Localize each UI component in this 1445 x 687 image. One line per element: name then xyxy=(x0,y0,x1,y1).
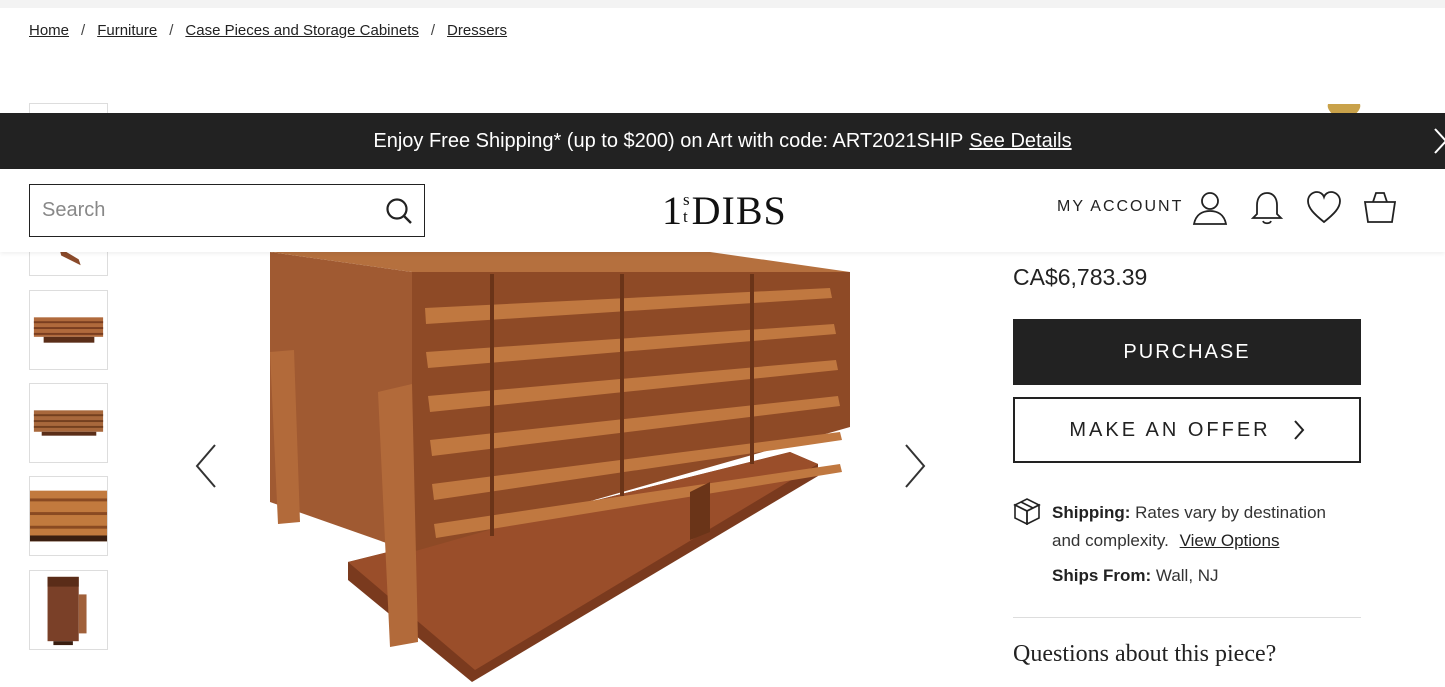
chevron-right-icon xyxy=(905,444,926,488)
logo-s: s xyxy=(683,190,691,209)
purchase-button[interactable]: PURCHASE xyxy=(1013,319,1361,385)
divider xyxy=(1013,617,1361,618)
search-bar xyxy=(29,184,425,237)
logo-st: s t xyxy=(683,191,691,225)
shipping-info: Shipping: Rates vary by destination and … xyxy=(1052,499,1352,555)
breadcrumb-furniture[interactable]: Furniture xyxy=(97,22,157,39)
thumbnail-4[interactable] xyxy=(29,383,108,463)
see-details-link[interactable]: See Details xyxy=(969,130,1071,153)
breadcrumb-separator: / xyxy=(430,22,436,39)
make-offer-button[interactable]: MAKE AN OFFER xyxy=(1013,397,1361,463)
purchase-label: PURCHASE xyxy=(1123,340,1251,363)
breadcrumb-separator: / xyxy=(169,22,174,39)
bell-icon[interactable] xyxy=(1248,189,1286,227)
box-icon xyxy=(1013,497,1041,530)
previous-image-button[interactable] xyxy=(186,436,226,496)
search-button[interactable] xyxy=(374,185,424,236)
search-icon xyxy=(386,197,412,224)
my-account-link[interactable]: MY ACCOUNT xyxy=(1057,198,1183,216)
make-offer-label: MAKE AN OFFER xyxy=(1069,418,1271,441)
promo-banner: Enjoy Free Shipping* (up to $200) on Art… xyxy=(0,113,1445,169)
breadcrumb: Home / Furniture / Case Pieces and Stora… xyxy=(29,22,507,39)
logo-dibs: DIBS xyxy=(691,188,787,233)
promo-text: Enjoy Free Shipping* (up to $200) on Art… xyxy=(373,129,964,152)
bag-icon[interactable] xyxy=(1361,189,1399,227)
thumbnail-5[interactable] xyxy=(29,476,108,556)
logo-t: t xyxy=(683,207,689,226)
search-input[interactable] xyxy=(30,199,374,222)
logo-one: 1 xyxy=(662,188,683,233)
ships-from-value: Wall, NJ xyxy=(1155,566,1219,585)
close-icon[interactable] xyxy=(1427,125,1445,157)
questions-heading: Questions about this piece? xyxy=(1013,641,1277,667)
top-strip xyxy=(0,0,1445,8)
ships-from: Ships From: Wall, NJ xyxy=(1052,566,1219,586)
shipping-label: Shipping: xyxy=(1052,503,1131,522)
product-image xyxy=(150,252,980,687)
thumbnail-3[interactable] xyxy=(29,290,108,370)
thumbnail-6[interactable] xyxy=(29,570,108,650)
product-price: CA$6,783.39 xyxy=(1013,264,1148,290)
breadcrumb-home[interactable]: Home xyxy=(29,22,69,39)
view-options-link[interactable]: View Options xyxy=(1180,531,1280,550)
site-header: 1 s t DIBS MY ACCOUNT xyxy=(0,169,1445,252)
next-image-button[interactable] xyxy=(895,436,935,496)
breadcrumb-dressers[interactable]: Dressers xyxy=(447,22,507,39)
heart-icon[interactable] xyxy=(1305,189,1343,227)
user-icon[interactable] xyxy=(1191,189,1229,227)
chevron-left-icon xyxy=(195,444,216,488)
site-logo[interactable]: 1 s t DIBS xyxy=(662,189,787,233)
breadcrumb-separator: / xyxy=(81,22,86,39)
breadcrumb-case-pieces[interactable]: Case Pieces and Storage Cabinets xyxy=(185,22,418,39)
chevron-right-icon xyxy=(1293,419,1305,441)
ships-from-label: Ships From: xyxy=(1052,566,1152,585)
